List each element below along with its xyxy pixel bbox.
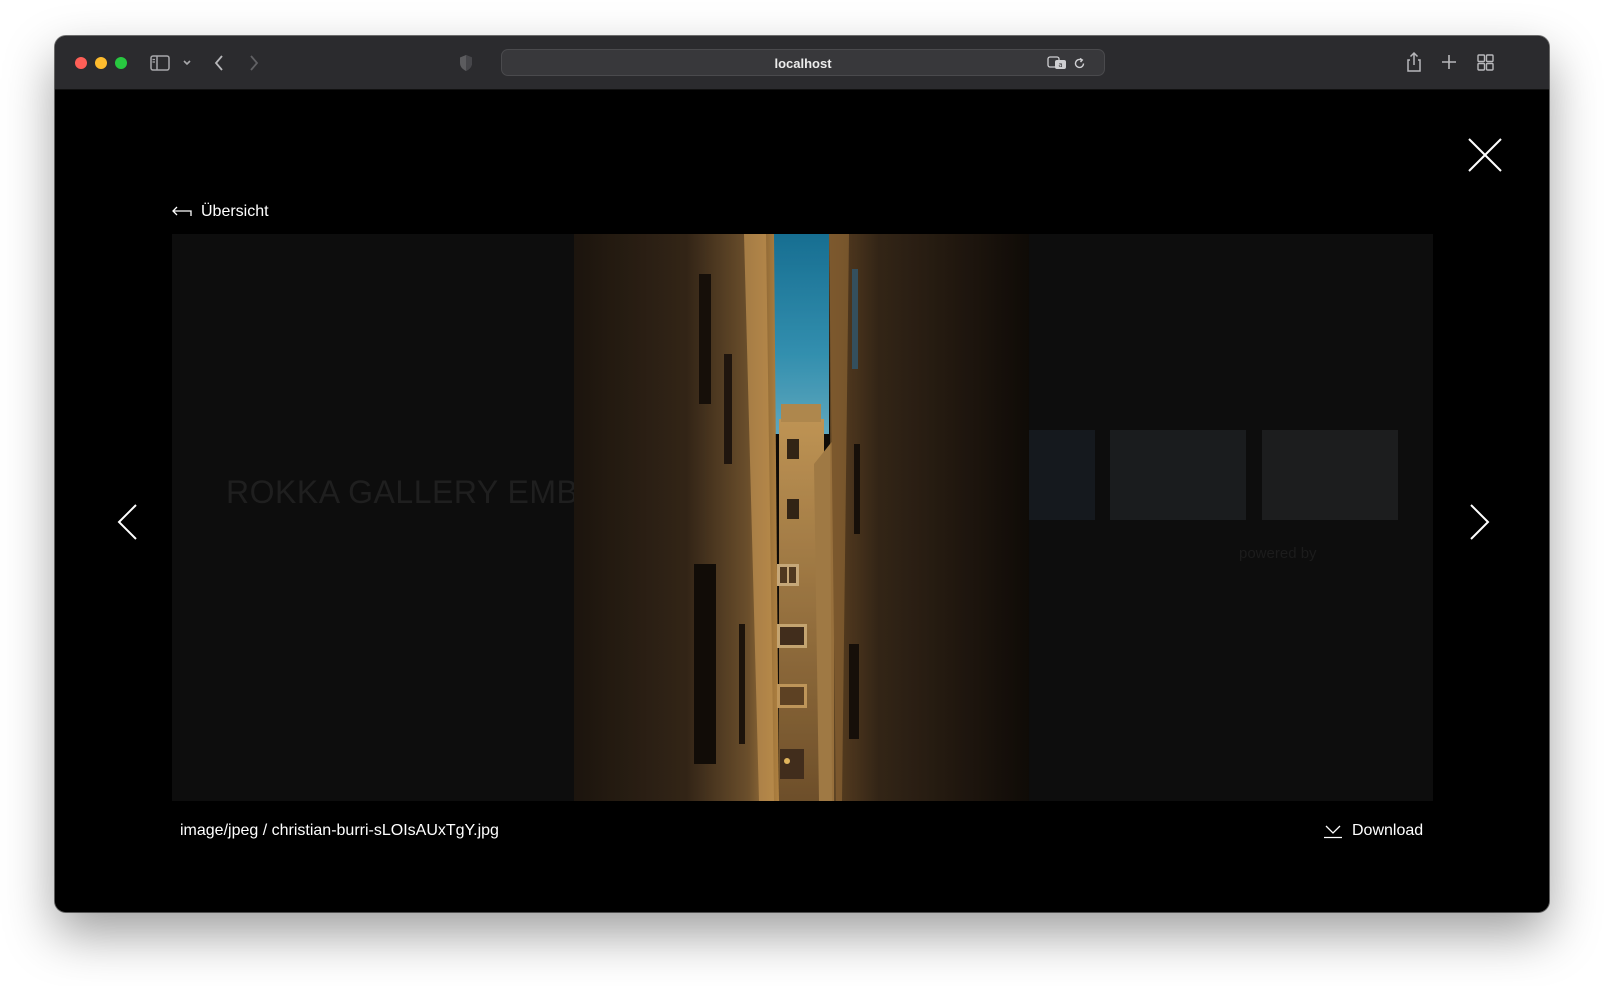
- tab-overview-icon[interactable]: [1476, 53, 1494, 71]
- lightbox-overlay: Übersicht ROKKA GALLERY EMBED powered by: [55, 91, 1549, 912]
- image-stage: ROKKA GALLERY EMBED powered by: [172, 234, 1433, 801]
- new-tab-icon[interactable]: [1440, 53, 1458, 71]
- previous-image-button[interactable]: [116, 503, 140, 541]
- close-lightbox-button[interactable]: [1465, 135, 1505, 175]
- back-label: Übersicht: [201, 203, 269, 220]
- chevron-left-icon: [117, 504, 137, 540]
- background-thumbnail: [1262, 430, 1398, 520]
- browser-window: localhost a Übersicht ROKKA GALLERY EMBE…: [55, 36, 1549, 912]
- download-button[interactable]: Download: [1323, 822, 1423, 840]
- shield-icon[interactable]: [458, 53, 474, 73]
- url-text: localhost: [774, 56, 832, 71]
- browser-toolbar: localhost a: [55, 36, 1549, 90]
- chevron-down-icon[interactable]: [181, 56, 193, 70]
- minimize-window-button[interactable]: [95, 57, 107, 69]
- background-page-title: ROKKA GALLERY EMBED: [226, 474, 624, 510]
- forward-icon[interactable]: [246, 53, 262, 73]
- back-to-overview-link[interactable]: Übersicht: [172, 201, 269, 223]
- next-image-button[interactable]: [1467, 503, 1491, 541]
- svg-text:a: a: [1058, 61, 1062, 69]
- zoom-window-button[interactable]: [115, 57, 127, 69]
- download-icon: [1324, 825, 1342, 839]
- back-icon[interactable]: [211, 53, 227, 73]
- translate-icon[interactable]: a: [1046, 55, 1068, 71]
- sidebar-toggle-icon[interactable]: [150, 53, 170, 73]
- close-window-button[interactable]: [75, 57, 87, 69]
- gallery-photo: [574, 234, 1029, 801]
- download-label: Download: [1352, 822, 1424, 839]
- background-powered-by: powered by: [1239, 545, 1317, 562]
- share-icon[interactable]: [1405, 50, 1423, 74]
- background-thumbnail: [1110, 430, 1246, 520]
- close-icon: [1468, 138, 1502, 172]
- background-thumbnail: [1029, 430, 1095, 520]
- chevron-right-icon: [1470, 504, 1490, 540]
- reload-icon[interactable]: [1072, 56, 1086, 70]
- arrow-left-icon: [172, 206, 192, 216]
- address-bar[interactable]: localhost a: [501, 49, 1105, 76]
- file-info: image/jpeg / christian-burri-sLOIsAUxTgY…: [180, 822, 499, 839]
